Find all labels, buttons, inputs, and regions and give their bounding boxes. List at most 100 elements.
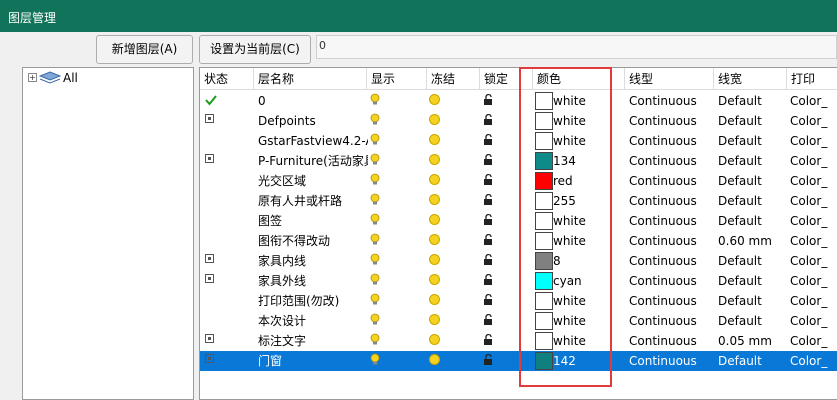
layer-filter-tree[interactable]: + All	[22, 67, 194, 400]
visible-bulb-icon[interactable]	[370, 153, 380, 166]
lineweight[interactable]: Default	[718, 131, 786, 151]
thaw-sun-icon[interactable]	[430, 295, 439, 304]
layer-name[interactable]: 打印范围(勿改)	[258, 291, 368, 311]
lineweight[interactable]: 0.05 mm	[718, 331, 786, 351]
tree-item-all[interactable]: All	[63, 71, 78, 85]
color-name[interactable]: white	[553, 311, 586, 331]
thaw-sun-icon[interactable]	[430, 155, 439, 164]
thaw-sun-icon[interactable]	[430, 215, 439, 224]
visible-bulb-icon[interactable]	[370, 213, 380, 226]
layer-row[interactable]: P-Furniture(活动家具 134 Continuous Default Colo…	[200, 151, 837, 171]
linetype[interactable]: Continuous	[629, 231, 714, 251]
layer-name[interactable]: 家具内线	[258, 251, 368, 271]
thaw-sun-icon[interactable]	[430, 315, 439, 324]
color-swatch[interactable]	[535, 232, 553, 250]
thaw-sun-icon[interactable]	[430, 355, 439, 364]
unlocked-icon[interactable]	[483, 194, 494, 206]
unlocked-icon[interactable]	[483, 214, 494, 226]
linetype[interactable]: Continuous	[629, 191, 714, 211]
print-style[interactable]: Color_	[790, 151, 836, 171]
layer-row[interactable]: 标注文字 white Continuous 0.05 mm Color_	[200, 331, 837, 351]
color-swatch[interactable]	[535, 152, 553, 170]
visible-bulb-icon[interactable]	[370, 273, 380, 286]
unlocked-icon[interactable]	[483, 234, 494, 246]
layer-row[interactable]: 本次设计 white Continuous Default Color_	[200, 311, 837, 331]
thaw-sun-icon[interactable]	[430, 95, 439, 104]
unlocked-icon[interactable]	[483, 334, 494, 346]
color-name[interactable]: white	[553, 91, 586, 111]
color-swatch[interactable]	[535, 312, 553, 330]
print-style[interactable]: Color_	[790, 351, 836, 371]
lineweight[interactable]: Default	[718, 151, 786, 171]
new-layer-button[interactable]: 新增图层(A)	[96, 35, 193, 64]
lineweight[interactable]: Default	[718, 211, 786, 231]
print-style[interactable]: Color_	[790, 311, 836, 331]
layer-row[interactable]: 打印范围(勿改) white Continuous Default Color_	[200, 291, 837, 311]
print-style[interactable]: Color_	[790, 91, 836, 111]
layer-row[interactable]: 家具外线 cyan Continuous Default Color_	[200, 271, 837, 291]
layer-row[interactable]: 原有人井或杆路 255 Continuous Default Color_	[200, 191, 837, 211]
lineweight[interactable]: Default	[718, 111, 786, 131]
print-style[interactable]: Color_	[790, 331, 836, 351]
color-swatch[interactable]	[535, 132, 553, 150]
color-name[interactable]: cyan	[553, 271, 582, 291]
thaw-sun-icon[interactable]	[430, 335, 439, 344]
lineweight[interactable]: Default	[718, 91, 786, 111]
color-swatch[interactable]	[535, 172, 553, 190]
visible-bulb-icon[interactable]	[370, 93, 380, 106]
layer-name[interactable]: 图衔不得改动	[258, 231, 368, 251]
layer-name[interactable]: 标注文字	[258, 331, 368, 351]
layer-name[interactable]: P-Furniture(活动家具	[258, 151, 368, 171]
color-swatch[interactable]	[535, 332, 553, 350]
linetype[interactable]: Continuous	[629, 171, 714, 191]
layer-name[interactable]: 门窗	[258, 351, 368, 371]
color-name[interactable]: 142	[553, 351, 576, 371]
column-header-lineweight[interactable]: 线宽	[714, 68, 787, 90]
color-name[interactable]: white	[553, 131, 586, 151]
linetype[interactable]: Continuous	[629, 131, 714, 151]
print-style[interactable]: Color_	[790, 111, 836, 131]
color-name[interactable]: 8	[553, 251, 561, 271]
unlocked-icon[interactable]	[483, 254, 494, 266]
linetype[interactable]: Continuous	[629, 111, 714, 131]
column-header-status[interactable]: 状态	[200, 68, 254, 90]
visible-bulb-icon[interactable]	[370, 193, 380, 206]
layer-name[interactable]: GstarFastview4.2-ABC	[258, 131, 368, 151]
unlocked-icon[interactable]	[483, 134, 494, 146]
linetype[interactable]: Continuous	[629, 291, 714, 311]
lineweight[interactable]: 0.60 mm	[718, 231, 786, 251]
unlocked-icon[interactable]	[483, 294, 494, 306]
thaw-sun-icon[interactable]	[430, 135, 439, 144]
color-name[interactable]: red	[553, 171, 573, 191]
layer-row[interactable]: 图衔不得改动 white Continuous 0.60 mm Color_	[200, 231, 837, 251]
color-swatch[interactable]	[535, 212, 553, 230]
layer-row[interactable]: 家具内线 8 Continuous Default Color_	[200, 251, 837, 271]
unlocked-icon[interactable]	[483, 354, 494, 366]
column-header-name[interactable]: 层名称	[254, 68, 367, 90]
visible-bulb-icon[interactable]	[370, 253, 380, 266]
layer-name[interactable]: 原有人井或杆路	[258, 191, 368, 211]
visible-bulb-icon[interactable]	[370, 133, 380, 146]
lineweight[interactable]: Default	[718, 351, 786, 371]
layer-name[interactable]: 本次设计	[258, 311, 368, 331]
layer-row[interactable]: GstarFastview4.2-ABC white ContinuousDefau…	[200, 131, 837, 151]
linetype[interactable]: Continuous	[629, 351, 714, 371]
visible-bulb-icon[interactable]	[370, 333, 380, 346]
color-swatch[interactable]	[535, 92, 553, 110]
thaw-sun-icon[interactable]	[430, 235, 439, 244]
column-header-print[interactable]: 打印	[787, 68, 837, 90]
thaw-sun-icon[interactable]	[430, 195, 439, 204]
linetype[interactable]: Continuous	[629, 331, 714, 351]
visible-bulb-icon[interactable]	[370, 353, 380, 366]
print-style[interactable]: Color_	[790, 231, 836, 251]
layer-row[interactable]: 图签 white Continuous Default Color_	[200, 211, 837, 231]
layer-row[interactable]: Defpoints white Continuous Default Color_	[200, 111, 837, 131]
thaw-sun-icon[interactable]	[430, 255, 439, 264]
unlocked-icon[interactable]	[483, 274, 494, 286]
lineweight[interactable]: Default	[718, 171, 786, 191]
unlocked-icon[interactable]	[483, 314, 494, 326]
lineweight[interactable]: Default	[718, 291, 786, 311]
print-style[interactable]: Color_	[790, 211, 836, 231]
color-name[interactable]: white	[553, 211, 586, 231]
layer-name[interactable]: 家具外线	[258, 271, 368, 291]
